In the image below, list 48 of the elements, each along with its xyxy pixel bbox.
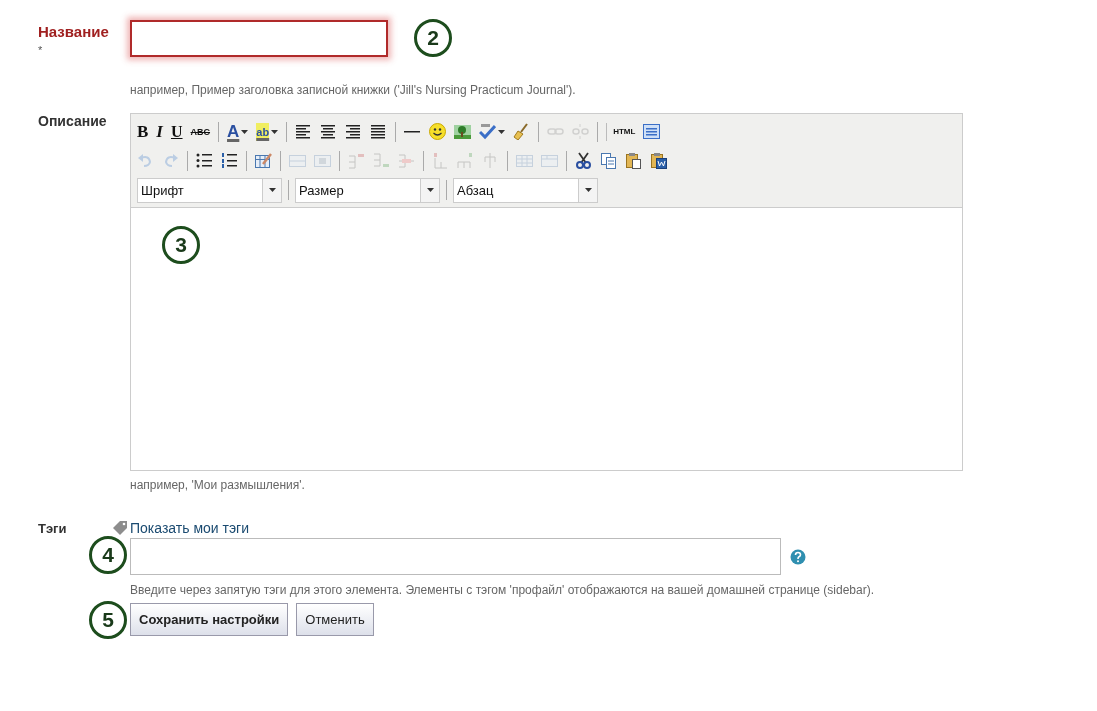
hint-text: Введите через запятую тэги для этого элемента. Элементы с тэгом 'профайл' отображаются на вашей домашней странице (sidebar). <box>130 582 875 599</box>
format-dropdown[interactable]: Абзац <box>453 177 598 203</box>
step-marker: 5 <box>89 601 127 639</box>
align-center-icon[interactable] <box>320 123 338 140</box>
help-icon[interactable] <box>790 548 806 565</box>
highlight-color-button[interactable]: ab <box>256 122 270 141</box>
cancel-button[interactable]: Отменить <box>296 603 374 636</box>
field-label: Название <box>38 23 109 40</box>
format-dropdown[interactable]: Размер <box>295 177 440 203</box>
bold-button[interactable]: B <box>137 122 149 141</box>
hint-text: например, 'Мои размышления'. <box>130 477 306 494</box>
preview-window-icon[interactable] <box>643 123 661 140</box>
numbered-list-icon[interactable] <box>221 152 238 169</box>
smiley-icon[interactable] <box>429 123 447 140</box>
caret-icon[interactable] <box>426 188 434 192</box>
format-dropdown[interactable]: Шрифт <box>137 177 282 203</box>
align-right-icon[interactable] <box>345 123 363 140</box>
tag-icon[interactable] <box>112 520 128 536</box>
align-left-icon[interactable] <box>295 123 313 140</box>
text-color-button[interactable]: A <box>227 122 240 141</box>
spellcheck-icon[interactable] <box>479 123 497 140</box>
save-button[interactable]: Сохранить настройки <box>130 603 289 636</box>
field-label: Тэги <box>38 520 67 536</box>
required-mark: * <box>38 44 43 56</box>
bullet-list-icon[interactable] <box>196 152 213 169</box>
step-marker: 4 <box>89 536 127 574</box>
italic-button[interactable]: I <box>156 122 163 141</box>
justify-icon[interactable] <box>370 123 388 140</box>
show-tags-link[interactable]: Показать мои тэги <box>130 520 249 536</box>
copy-icon[interactable] <box>600 152 617 169</box>
tree-image-icon[interactable] <box>454 123 472 140</box>
paste-document-icon[interactable] <box>650 152 667 169</box>
caret-icon[interactable] <box>268 188 276 192</box>
strikethrough-button[interactable]: ABC <box>190 122 211 141</box>
step-marker: 3 <box>162 226 200 264</box>
underline-button[interactable]: U <box>170 122 183 141</box>
caret-icon[interactable] <box>584 188 592 192</box>
hint-text: например, Пример заголовка записной книжки ('Jill's Nursing Practicum Journal'). <box>130 82 577 99</box>
title-input[interactable] <box>130 19 388 57</box>
table-edit-icon[interactable] <box>255 152 272 169</box>
field-label: Описание <box>38 113 107 129</box>
html-source-button[interactable]: HTML <box>606 122 636 141</box>
step-marker: 2 <box>414 19 452 57</box>
scissors-icon[interactable] <box>575 152 592 169</box>
broom-icon[interactable] <box>513 123 531 140</box>
tags-input[interactable] <box>130 538 781 575</box>
editor-text-area[interactable]: 3 <box>131 207 962 470</box>
clipboard-icon[interactable] <box>625 152 642 169</box>
